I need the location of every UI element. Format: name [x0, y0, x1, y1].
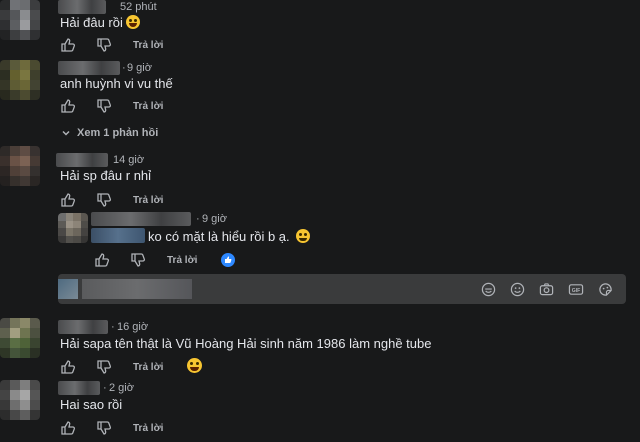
- reply-button[interactable]: Trả lời: [167, 255, 197, 266]
- thumbs-down-icon[interactable]: [96, 192, 112, 208]
- separator-dot: ·: [122, 62, 126, 74]
- commenter-name[interactable]: [58, 61, 120, 75]
- reply-button[interactable]: Trả lời: [133, 101, 163, 112]
- smiley-icon[interactable]: [510, 282, 525, 297]
- avatar[interactable]: [58, 213, 88, 243]
- thumbs-up-icon[interactable]: [60, 420, 76, 436]
- thumbs-up-icon[interactable]: [60, 98, 76, 114]
- avatar[interactable]: [0, 380, 40, 420]
- comment-time[interactable]: 9 giờ: [202, 213, 227, 225]
- avatar[interactable]: [0, 146, 40, 186]
- smile-face-icon: [295, 229, 310, 243]
- avatar: [58, 279, 78, 299]
- camera-icon[interactable]: [539, 282, 554, 297]
- comment-text: Hải đâu rồi: [60, 15, 140, 30]
- chevron-down-icon[interactable]: [61, 128, 71, 138]
- thumbs-down-icon[interactable]: [130, 252, 146, 268]
- reply-button[interactable]: Trả lời: [133, 362, 163, 373]
- comment-text: ko có mặt là hiểu rồi b ạ.: [148, 229, 310, 244]
- thumbs-up-icon[interactable]: [94, 252, 110, 268]
- commenter-name[interactable]: [56, 153, 108, 167]
- sticker-icon[interactable]: [598, 282, 613, 297]
- comment-time[interactable]: 14 giờ: [113, 154, 144, 166]
- thumbs-up-icon[interactable]: [60, 37, 76, 53]
- gif-icon[interactable]: GIF: [568, 282, 584, 297]
- commenter-name[interactable]: [58, 320, 108, 334]
- comment-text: Hải sp đâu r nhỉ: [60, 168, 152, 183]
- reply-button[interactable]: Trả lời: [133, 423, 163, 434]
- reply-button[interactable]: Trả lời: [133, 40, 163, 51]
- view-replies-link[interactable]: Xem 1 phản hồi: [77, 127, 158, 139]
- thumbs-down-icon[interactable]: [96, 359, 112, 375]
- comment-time[interactable]: 9 giờ: [127, 62, 152, 74]
- commenter-name[interactable]: [91, 212, 191, 226]
- grin-face-icon: [125, 15, 140, 29]
- thumbs-down-icon[interactable]: [96, 98, 112, 114]
- commenter-name[interactable]: [58, 0, 106, 14]
- emoji-icon[interactable]: [481, 282, 496, 297]
- thumbs-up-icon[interactable]: [60, 359, 76, 375]
- like-reaction-icon[interactable]: [221, 253, 235, 267]
- separator-dot: ·: [103, 382, 107, 394]
- thumbs-up-icon[interactable]: [60, 192, 76, 208]
- separator-dot: ·: [111, 321, 115, 333]
- comment-text: Hải sapa tên thật là Vũ Hoàng Hải sinh n…: [60, 336, 432, 351]
- comment-text: Hai sao rồi: [60, 397, 123, 412]
- avatar[interactable]: [0, 60, 40, 100]
- avatar[interactable]: [0, 318, 40, 358]
- reply-button[interactable]: Trả lời: [133, 195, 163, 206]
- comment-time[interactable]: 52 phút: [120, 1, 157, 13]
- commenter-name[interactable]: [58, 381, 100, 395]
- grin-face-icon[interactable]: [187, 358, 202, 373]
- thumbs-down-icon[interactable]: [96, 37, 112, 53]
- reply-input[interactable]: [82, 279, 192, 299]
- avatar[interactable]: [0, 0, 40, 40]
- comment-time[interactable]: 16 giờ: [117, 321, 148, 333]
- comment-text: anh huỳnh vi vu thế: [60, 76, 173, 91]
- thumbs-down-icon[interactable]: [96, 420, 112, 436]
- comment-text-content: ko có mặt là hiểu rồi b ạ.: [148, 229, 290, 244]
- comment-text-content: Hải đâu rồi: [60, 15, 123, 30]
- svg-text:GIF: GIF: [572, 288, 581, 294]
- mentioned-user[interactable]: [91, 228, 145, 243]
- separator-dot: ·: [196, 213, 200, 225]
- comment-time[interactable]: 2 giờ: [109, 382, 134, 394]
